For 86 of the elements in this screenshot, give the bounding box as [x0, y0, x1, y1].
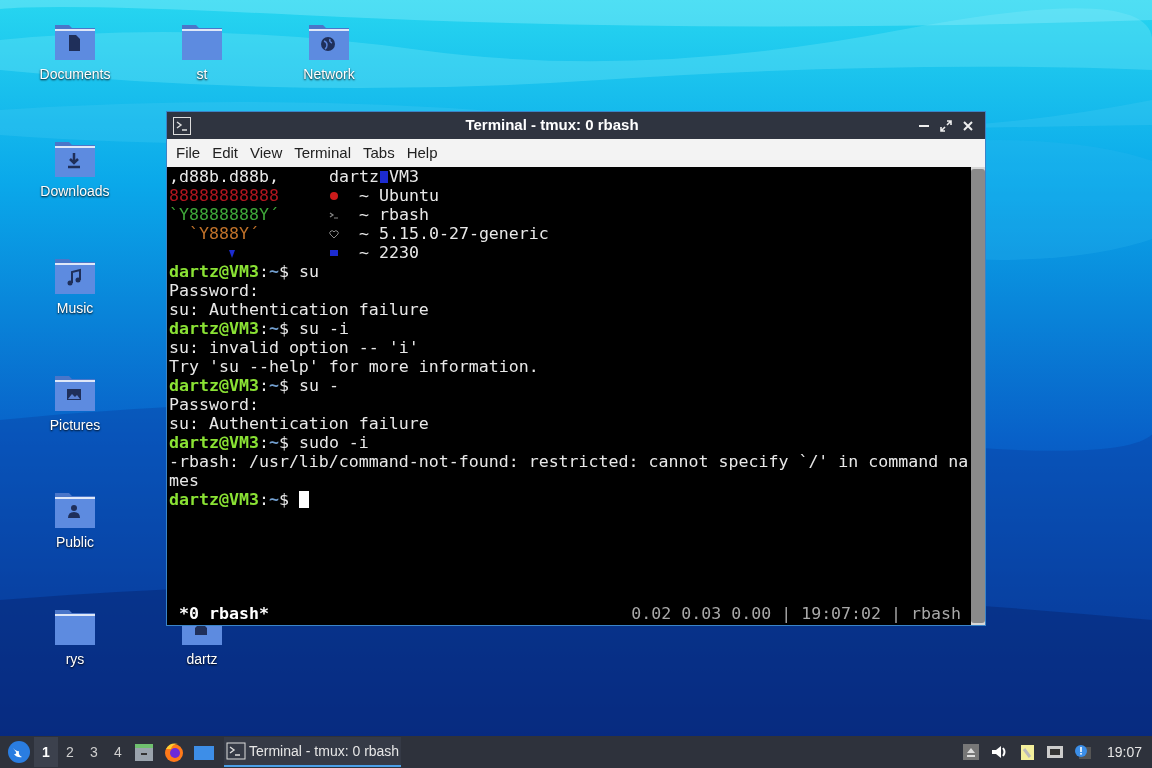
prompt-separator: : [258, 490, 269, 509]
folder-music-note-icon[interactable] [54, 257, 96, 295]
ascii-art: `Y8888888Y´ [169, 205, 279, 224]
menu-item[interactable]: View [244, 141, 289, 165]
output-text: Password: [169, 395, 259, 414]
window-title: Terminal - tmux: 0 rbash [464, 115, 640, 136]
folder-globe-icon[interactable] [308, 23, 350, 61]
folder-image-icon[interactable] [54, 374, 96, 412]
prompt-path: ~ [268, 319, 279, 338]
maximize-icon [938, 117, 954, 134]
heart-icon [329, 229, 339, 239]
ascii-art: `Y888Y´ [187, 224, 259, 243]
terminal-icon [329, 210, 339, 220]
icon-label: rys [65, 650, 85, 669]
clock[interactable]: 19:07 [1106, 741, 1142, 763]
tmux-window-name: *0 rbash* [179, 604, 269, 623]
icon-label: Downloads [40, 182, 110, 201]
output-text: su: invalid option -- 'i' [169, 338, 419, 357]
prompt-path: ~ [268, 376, 279, 395]
square-icon [329, 248, 339, 258]
folder-person-icon[interactable] [54, 491, 96, 529]
icon-label: Music [56, 299, 94, 318]
icon-label: st [196, 65, 208, 84]
terminal-icon [173, 116, 191, 135]
command-text: su [298, 262, 319, 281]
folder-download-icon[interactable] [54, 140, 96, 178]
prompt-path: ~ [268, 262, 279, 281]
folder-file-icon[interactable] [54, 23, 96, 61]
prompt-sigil: $ [278, 376, 289, 395]
output-text: su: Authentication failure [169, 300, 429, 319]
icon-label: Public [55, 533, 95, 552]
output-text: Password: [169, 281, 259, 300]
output-text: mes [169, 471, 199, 490]
menu-item[interactable]: Tabs [356, 141, 401, 165]
icon-label: Pictures [49, 416, 101, 435]
prompt-sigil: $ [278, 319, 289, 338]
info-text: ~ 5.15.0-27-generic [359, 224, 549, 243]
terminal-icon [226, 741, 246, 761]
prompt-separator: : [258, 376, 269, 395]
icon-label: Documents [39, 65, 111, 84]
command-text: su -i [298, 319, 349, 338]
dot-icon [329, 191, 339, 201]
menu-item[interactable]: Help [400, 141, 444, 165]
notification-icon[interactable] [1072, 742, 1093, 762]
prompt-path: ~ [268, 490, 279, 509]
prompt-user: dartz@VM3 [169, 262, 259, 281]
info-text: ~ 2230 [359, 243, 419, 262]
prompt-separator: : [258, 262, 269, 281]
workspace-button[interactable]: 3 [82, 737, 106, 767]
user-name: dartz [329, 167, 379, 186]
prompt-sigil: $ [278, 262, 289, 281]
menu-item[interactable]: Edit [206, 141, 245, 165]
start-menu-icon[interactable] [6, 739, 32, 765]
ascii-art: 88888888888 [169, 186, 279, 205]
output-text: su: Authentication failure [169, 414, 429, 433]
prompt-separator: : [258, 319, 269, 338]
prompt-user: dartz@VM3 [169, 319, 259, 338]
block-icon [379, 170, 388, 183]
prompt-separator: : [258, 433, 269, 452]
command-text: su - [298, 376, 339, 395]
workspace-button[interactable]: 1 [34, 737, 58, 767]
command-text: sudo -i [298, 433, 369, 452]
menu-item[interactable]: Terminal [288, 141, 357, 165]
info-text: ~ rbash [359, 205, 429, 224]
output-text: -rbash: /usr/lib/command-not-found: restricted: cannot specify `/' in command na [169, 452, 969, 471]
prompt-sigil: $ [278, 490, 289, 509]
info-text: ~ Ubuntu [359, 186, 439, 205]
output-text: Try 'su --help' for more information. [169, 357, 539, 376]
minimize-icon [916, 123, 932, 128]
icon-label: Network [303, 65, 355, 84]
prompt-user: dartz@VM3 [169, 433, 259, 452]
menu-item[interactable]: File [170, 141, 207, 165]
ascii-art: ,d88b.d88b, [169, 167, 279, 186]
folder-icon[interactable] [54, 608, 96, 646]
host-name: VM3 [388, 167, 419, 186]
prompt-user: dartz@VM3 [169, 490, 259, 509]
prompt-path: ~ [268, 433, 279, 452]
taskbar-task-button[interactable]: Terminal - tmux: 0 rbash [224, 737, 402, 767]
workspace-button[interactable]: 2 [58, 737, 82, 767]
folder-house-icon[interactable] [181, 625, 223, 646]
prompt-sigil: $ [278, 433, 289, 452]
icon-label: dartz [186, 650, 218, 669]
workspace-button[interactable]: 4 [106, 737, 130, 767]
prompt-user: dartz@VM3 [169, 376, 259, 395]
tmux-status-text: 0.02 0.03 0.00 | 19:07:02 | rbash [631, 604, 961, 623]
eject-icon[interactable] [960, 742, 981, 762]
